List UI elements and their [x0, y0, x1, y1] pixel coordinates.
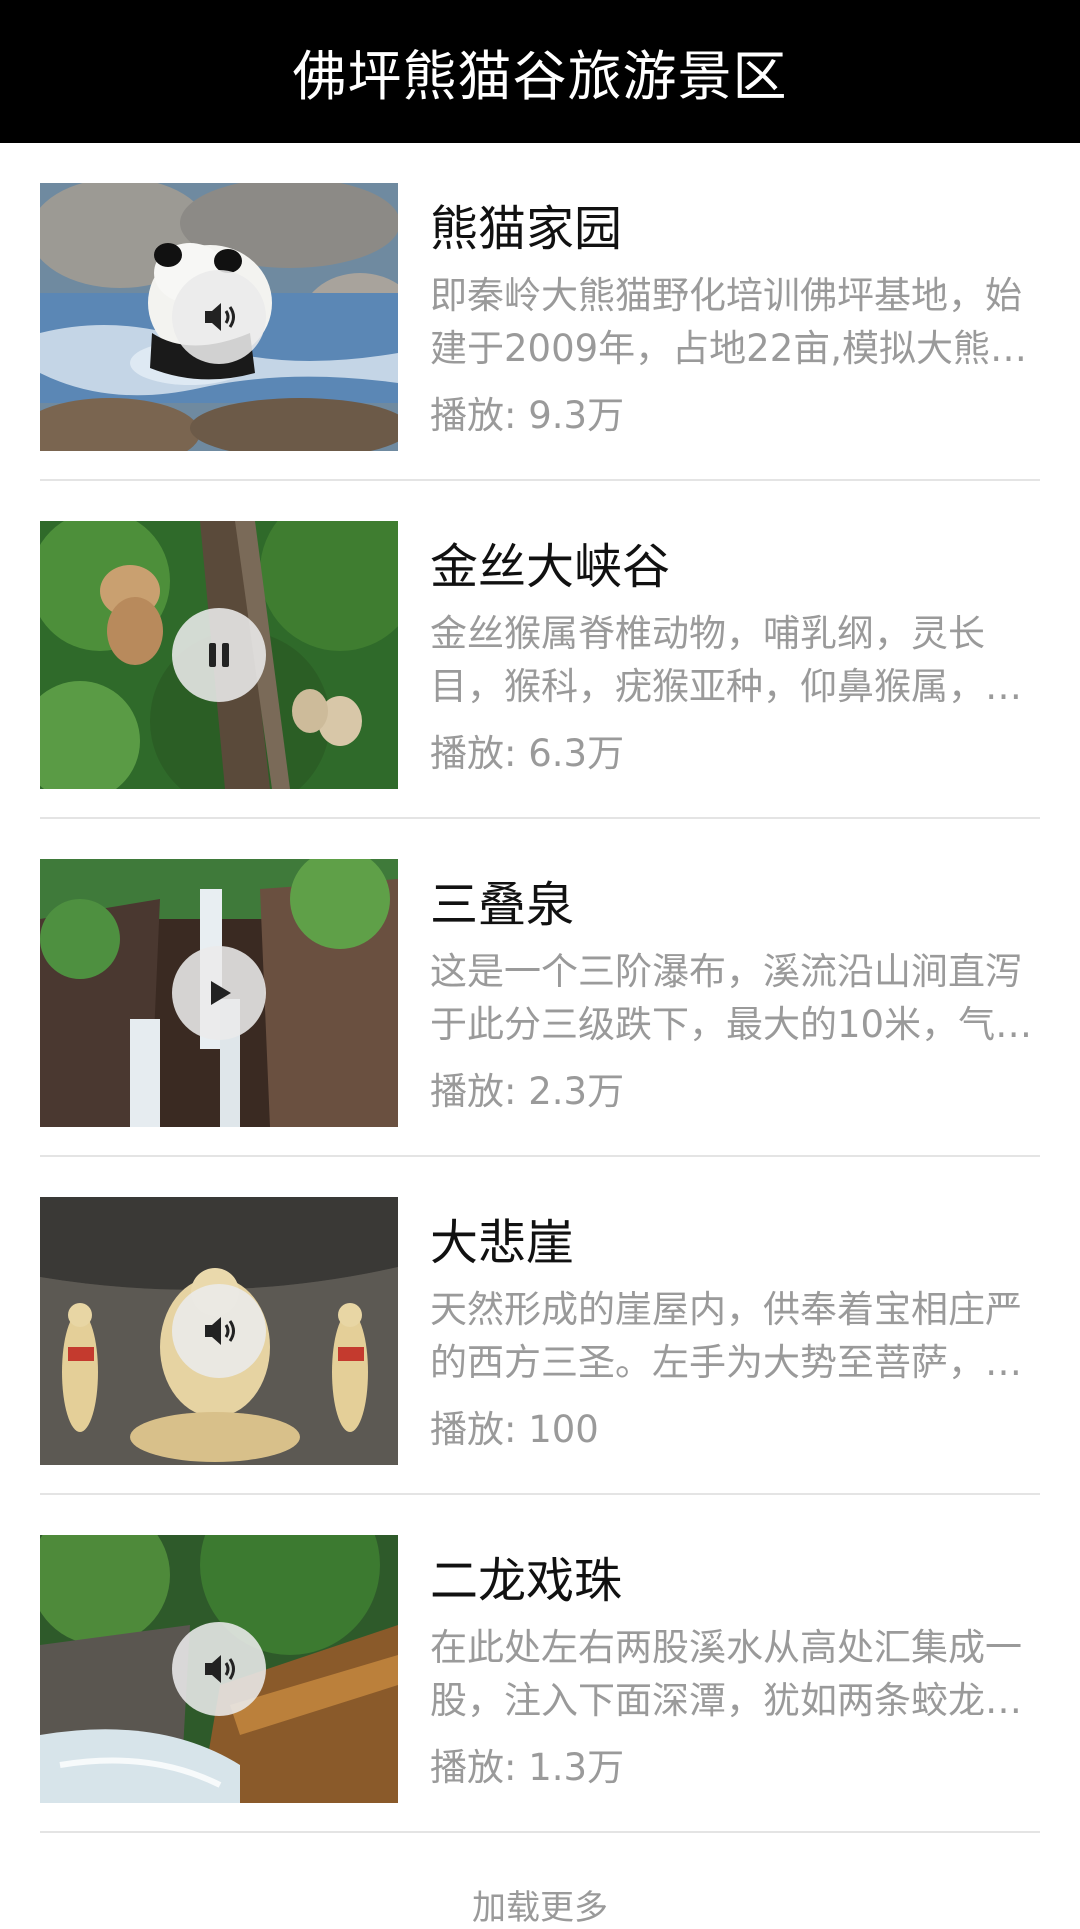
list-item-great-compassion-cliff[interactable]: 大悲崖 天然形成的崖屋内，供奉着宝相庄严的西方三圣。左手为大势至菩萨，右手为观世… — [40, 1157, 1040, 1495]
item-description: 在此处左右两股溪水从高处汇集成一股，注入下面深潭，犹如两条蛟龙戏珠 — [430, 1626, 1022, 1722]
thumbnail-waterfall[interactable] — [40, 859, 398, 1127]
play-count: 播放: 6.3万 — [430, 732, 625, 775]
pause-icon — [209, 643, 229, 667]
thumbnail-panda[interactable] — [40, 183, 398, 451]
thumbnail-stream[interactable] — [40, 1535, 398, 1803]
play-count: 播放: 1.3万 — [430, 1746, 625, 1789]
page-title: 佛坪熊猫谷旅游景区 — [292, 45, 788, 108]
item-title: 熊猫家园 — [430, 201, 623, 257]
speaker-button[interactable] — [172, 1284, 266, 1378]
page-header: 佛坪熊猫谷旅游景区 — [0, 0, 1080, 143]
speaker-button[interactable] — [172, 270, 266, 364]
play-count: 播放: 9.3万 — [430, 394, 625, 437]
item-description: 金丝猴属脊椎动物，哺乳纲，灵长目，猴科，疣猴亚种，仰鼻猴属，毛色金黄 — [430, 612, 1022, 708]
thumbnail-buddha-cliff[interactable] — [40, 1197, 398, 1465]
item-title: 大悲崖 — [430, 1215, 575, 1271]
list-item-three-falls[interactable]: 三叠泉 这是一个三阶瀑布，溪流沿山涧直泻于此分三级跌下，最大的10米，气势磅礴 … — [40, 819, 1040, 1157]
speaker-icon — [205, 1317, 235, 1345]
speaker-icon — [205, 303, 235, 331]
thumbnail-golden-monkey[interactable] — [40, 521, 398, 789]
list-item-two-dragons[interactable]: 二龙戏珠 在此处左右两股溪水从高处汇集成一股，注入下面深潭，犹如两条蛟龙戏珠 播… — [40, 1495, 1040, 1833]
item-title: 二龙戏珠 — [430, 1553, 623, 1609]
pause-button[interactable] — [172, 608, 266, 702]
speaker-icon — [205, 1655, 235, 1683]
item-title: 金丝大峡谷 — [430, 539, 671, 595]
attraction-list: 熊猫家园 即秦岭大熊猫野化培训佛坪基地，始建于2009年，占地22亩,模拟大熊猫… — [0, 143, 1080, 1833]
list-item-golden-canyon[interactable]: 金丝大峡谷 金丝猴属脊椎动物，哺乳纲，灵长目，猴科，疣猴亚种，仰鼻猴属，毛色金黄… — [40, 481, 1040, 819]
play-button[interactable] — [172, 946, 266, 1040]
play-count: 播放: 100 — [430, 1408, 599, 1451]
item-description: 天然形成的崖屋内，供奉着宝相庄严的西方三圣。左手为大势至菩萨，右手为观世音菩萨 — [430, 1288, 1022, 1384]
load-more-button[interactable]: 加载更多 — [0, 1880, 1080, 1929]
speaker-button[interactable] — [172, 1622, 266, 1716]
item-title: 三叠泉 — [430, 877, 575, 933]
list-item-panda-home[interactable]: 熊猫家园 即秦岭大熊猫野化培训佛坪基地，始建于2009年，占地22亩,模拟大熊猫… — [40, 143, 1040, 481]
play-icon — [211, 981, 231, 1005]
play-count: 播放: 2.3万 — [430, 1070, 625, 1113]
item-description: 这是一个三阶瀑布，溪流沿山涧直泻于此分三级跌下，最大的10米，气势磅礴 — [430, 950, 1033, 1046]
item-description: 即秦岭大熊猫野化培训佛坪基地，始建于2009年，占地22亩,模拟大熊猫野外生活环… — [430, 274, 1028, 370]
